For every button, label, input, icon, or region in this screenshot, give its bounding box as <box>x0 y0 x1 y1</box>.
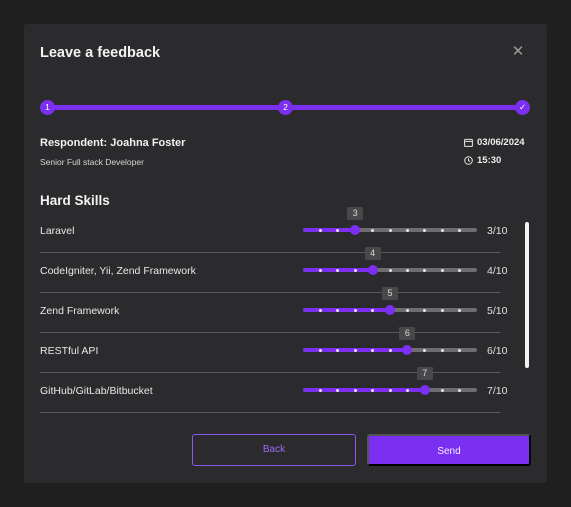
skill-score: 7/10 <box>487 385 508 397</box>
send-button[interactable]: Send <box>367 434 531 466</box>
slider-step-dot <box>353 268 357 272</box>
slider-step-dot <box>336 388 340 392</box>
slider-step-dot <box>440 308 444 312</box>
skill-score: 4/10 <box>487 265 508 277</box>
slider-step-dot <box>388 388 392 392</box>
slider-step-dot <box>423 308 427 312</box>
slider-thumb[interactable] <box>385 305 395 315</box>
calendar-icon <box>464 138 473 147</box>
time-field: 15:30 <box>464 155 501 166</box>
slider-step-dot <box>371 348 375 352</box>
slider-step-dot <box>318 228 322 232</box>
slider-value-tooltip: 3 <box>347 207 364 220</box>
step-complete-check-icon[interactable]: ✓ <box>515 100 530 115</box>
slider-step-dot <box>388 268 392 272</box>
skill-slider[interactable]: 6 <box>303 327 477 355</box>
slider-value-tooltip: 5 <box>382 287 398 300</box>
slider-step-dot <box>353 348 357 352</box>
skill-label: Laravel <box>40 225 75 237</box>
slider-step-dot <box>371 308 375 312</box>
time-value: 15:30 <box>477 155 502 166</box>
skill-row: Zend Framework 5 5/10 <box>40 287 507 333</box>
skill-row: CodeIgniter, Yii, Zend Framework 4 4/10 <box>40 247 507 293</box>
slider-step-dot <box>458 348 462 352</box>
skill-slider[interactable]: 7 <box>303 367 477 395</box>
slider-step-dot <box>318 388 322 392</box>
slider-step-dot <box>423 228 427 232</box>
skill-score: 6/10 <box>487 345 508 357</box>
scrollbar[interactable] <box>525 222 529 368</box>
clock-icon <box>464 156 473 165</box>
slider-step-dot <box>440 228 444 232</box>
step-1[interactable]: 1 <box>40 100 55 115</box>
slider-step-dot <box>353 388 357 392</box>
slider-value-tooltip: 4 <box>364 247 381 260</box>
date-value: 03/06/2024 <box>477 137 525 148</box>
slider-thumb[interactable] <box>367 265 378 275</box>
slider-step-dot <box>336 308 340 312</box>
skill-slider[interactable]: 3 <box>303 207 477 235</box>
slider-step-dot <box>440 268 444 272</box>
respondent-role: Senior Full stack Developer <box>40 157 144 167</box>
slider-thumb[interactable] <box>350 225 361 235</box>
dialog-title: Leave a feedback <box>40 45 161 61</box>
feedback-dialog: Leave a feedback ✕ 1 2 ✓ Respondent: Joa… <box>24 24 547 483</box>
slider-step-dot <box>458 228 462 232</box>
slider-step-dot <box>405 228 409 232</box>
skill-label: RESTful API <box>40 345 99 357</box>
slider-step-dot <box>371 228 375 232</box>
respondent-name: Respondent: Joahna Foster <box>40 137 186 149</box>
slider-step-dot <box>405 308 409 312</box>
slider-thumb[interactable] <box>402 345 413 355</box>
close-icon[interactable]: ✕ <box>511 44 525 59</box>
back-button[interactable]: Back <box>192 434 356 466</box>
slider-step-dot <box>440 388 444 392</box>
skill-label: GitHub/GitLab/Bitbucket <box>40 385 153 397</box>
date-field: 03/06/2024 <box>464 137 525 148</box>
slider-step-dot <box>388 228 392 232</box>
slider-step-dot <box>458 388 462 392</box>
slider-step-dot <box>458 308 462 312</box>
slider-step-dot <box>336 228 340 232</box>
slider-step-dot <box>405 268 409 272</box>
slider-step-dot <box>458 268 462 272</box>
slider-step-dot <box>405 388 409 392</box>
slider-value-tooltip: 6 <box>399 327 416 340</box>
step-2[interactable]: 2 <box>278 100 293 115</box>
slider-fill <box>303 308 390 312</box>
skill-row: Laravel 3 3/10 <box>40 207 507 253</box>
slider-step-dot <box>318 308 322 312</box>
slider-step-dot <box>371 388 375 392</box>
slider-step-dot <box>353 308 357 312</box>
slider-step-dot <box>423 348 427 352</box>
slider-step-dot <box>318 348 322 352</box>
skill-slider[interactable]: 5 <box>303 287 477 315</box>
slider-step-dot <box>336 348 340 352</box>
slider-step-dot <box>388 348 392 352</box>
skill-label: Zend Framework <box>40 305 120 317</box>
skill-score: 5/10 <box>487 305 508 317</box>
slider-step-dot <box>336 268 340 272</box>
skill-label: CodeIgniter, Yii, Zend Framework <box>40 265 196 277</box>
slider-step-dot <box>318 268 322 272</box>
slider-thumb[interactable] <box>419 385 430 395</box>
section-title: Hard Skills <box>40 193 110 208</box>
slider-step-dot <box>423 268 427 272</box>
slider-value-tooltip: 7 <box>416 367 433 380</box>
skill-row: GitHub/GitLab/Bitbucket 7 7/10 <box>40 367 507 413</box>
app-frame: Leave a feedback ✕ 1 2 ✓ Respondent: Joa… <box>0 0 571 507</box>
skill-slider[interactable]: 4 <box>303 247 477 275</box>
skill-score: 3/10 <box>487 225 508 237</box>
slider-fill <box>303 228 356 232</box>
slider-step-dot <box>440 348 444 352</box>
